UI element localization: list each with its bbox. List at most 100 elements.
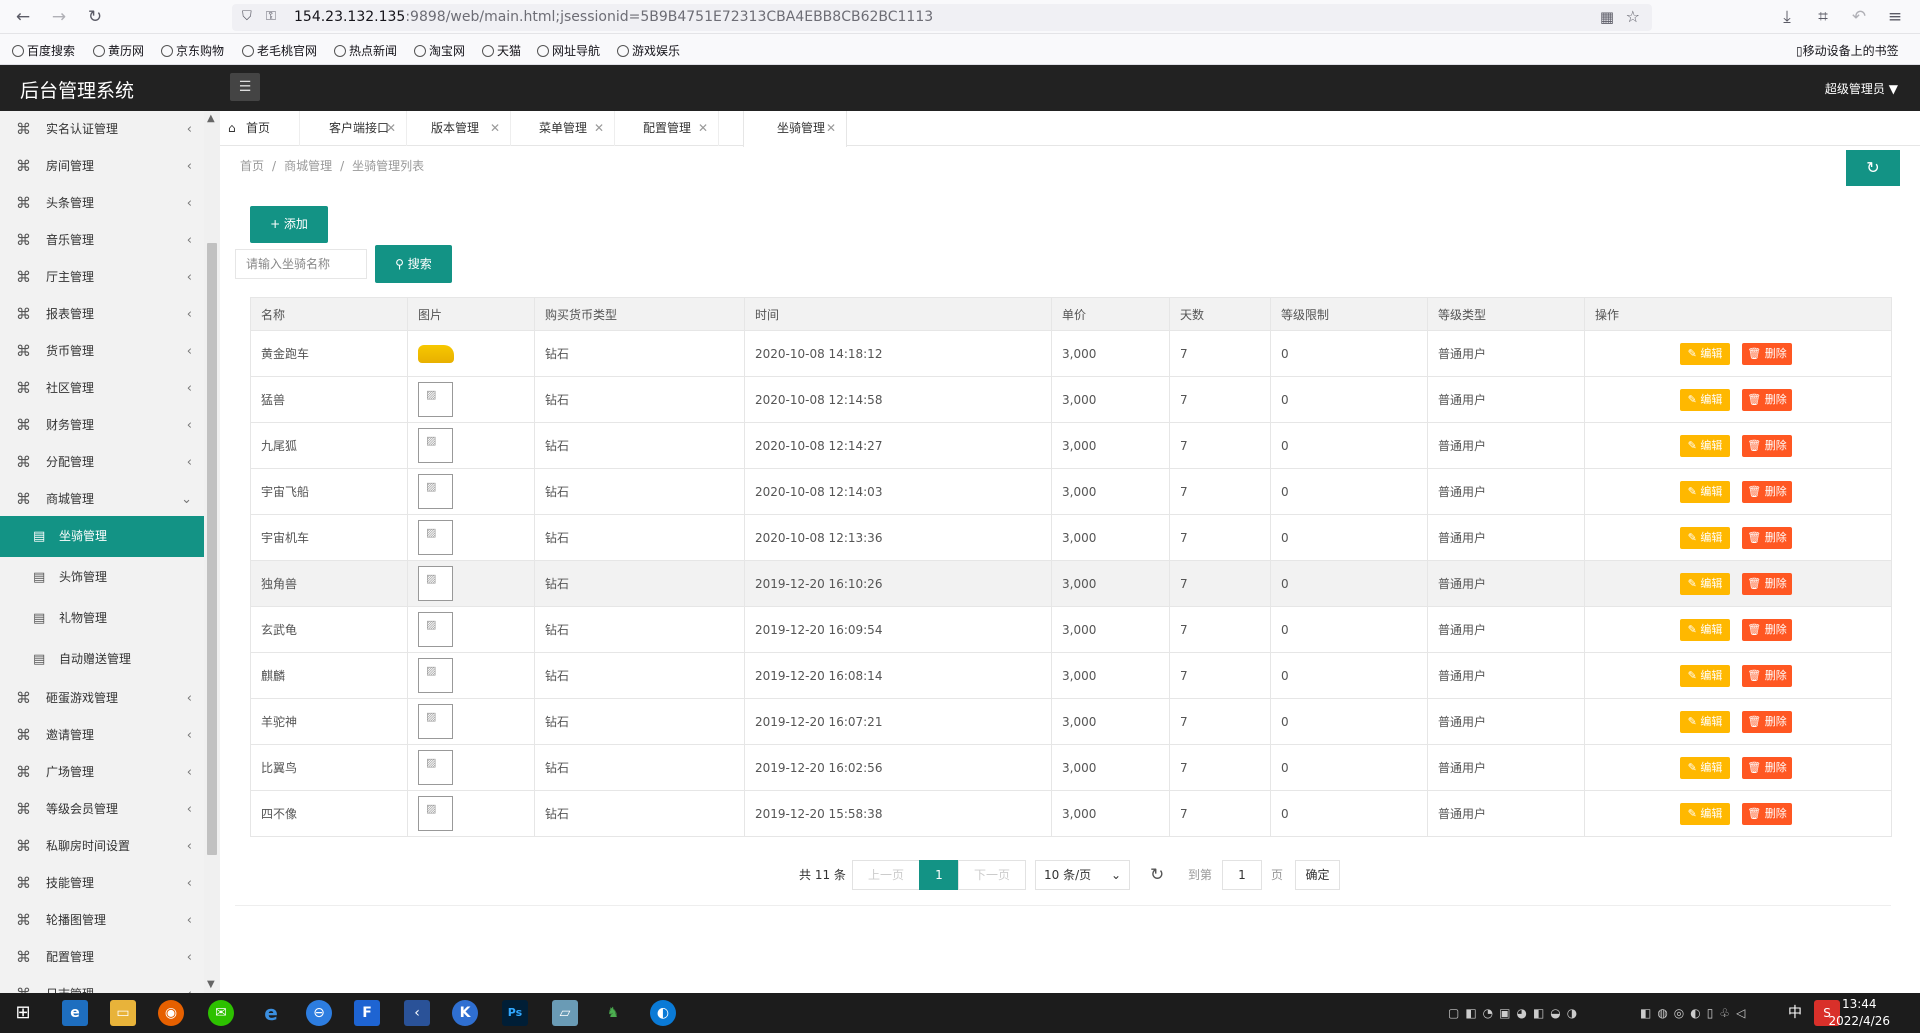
- edge-legacy-icon[interactable]: e: [258, 1000, 284, 1026]
- add-button[interactable]: + 添加: [250, 206, 328, 243]
- bookmark-item[interactable]: 老毛桃官网: [242, 42, 317, 59]
- edit-button[interactable]: ✎ 编辑: [1680, 342, 1730, 365]
- photoshop-icon[interactable]: Ps: [502, 1000, 528, 1026]
- edit-button[interactable]: ✎ 编辑: [1680, 526, 1730, 549]
- edit-button[interactable]: ✎ 编辑: [1680, 710, 1730, 733]
- col-header[interactable]: 等级类型: [1427, 297, 1585, 331]
- sidebar-sub-item[interactable]: ▤ 自动赠送管理: [0, 639, 204, 680]
- url-bar[interactable]: ⛉ ⚿ 154.23.132.135:9898/web/main.html;js…: [232, 4, 1652, 31]
- col-header[interactable]: 天数: [1169, 297, 1271, 331]
- breadcrumb-shop[interactable]: 商城管理: [284, 159, 332, 173]
- ie-icon[interactable]: e: [62, 1000, 88, 1026]
- delete-button[interactable]: 🗑 删除: [1742, 756, 1792, 779]
- undo-icon[interactable]: ↶: [1848, 6, 1870, 28]
- col-header[interactable]: 时间: [744, 297, 1052, 331]
- firefox-icon[interactable]: ◉: [158, 1000, 184, 1026]
- sidebar-item[interactable]: ⌘ 报表管理 ‹: [0, 296, 204, 333]
- tab-menu[interactable]: 菜单管理 ✕: [511, 111, 615, 146]
- delete-button[interactable]: 🗑 删除: [1742, 434, 1792, 457]
- k-app-icon[interactable]: K: [452, 1000, 478, 1026]
- mobile-bookmarks[interactable]: ▯移动设备上的书签: [1796, 42, 1899, 59]
- scroll-up-icon[interactable]: ▲: [207, 113, 215, 124]
- sidebar-sub-mount[interactable]: ▤ 坐骑管理: [0, 516, 204, 557]
- search-button[interactable]: ⚲ 搜索: [375, 245, 452, 283]
- forward-icon[interactable]: →: [48, 6, 70, 28]
- tab-client-api[interactable]: 客户端接口 ✕: [300, 111, 407, 146]
- next-page-button[interactable]: 下一页: [958, 860, 1026, 890]
- vscode-icon[interactable]: ‹: [404, 1000, 430, 1026]
- sidebar-item[interactable]: ⌘ 实名认证管理 ‹: [0, 111, 204, 148]
- delete-button[interactable]: 🗑 删除: [1742, 802, 1792, 825]
- scroll-thumb[interactable]: [207, 243, 217, 855]
- delete-button[interactable]: 🗑 删除: [1742, 710, 1792, 733]
- scroll-down-icon[interactable]: ▼: [207, 979, 215, 990]
- goto-page-input[interactable]: 1: [1222, 860, 1262, 890]
- col-header[interactable]: 名称: [250, 297, 408, 331]
- clock[interactable]: 13:44 2022/4/26: [1828, 996, 1890, 1030]
- ime-indicator[interactable]: 中: [1782, 1000, 1808, 1026]
- delete-button[interactable]: 🗑 删除: [1742, 664, 1792, 687]
- sidebar-item[interactable]: ⌘ 财务管理 ‹: [0, 407, 204, 444]
- refresh-button[interactable]: ↻: [1846, 150, 1900, 186]
- sidebar-item[interactable]: ⌘ 等级会员管理 ‹: [0, 791, 204, 828]
- edit-button[interactable]: ✎ 编辑: [1680, 756, 1730, 779]
- user-menu[interactable]: 超级管理员 ▼: [1825, 80, 1898, 97]
- close-icon[interactable]: ✕: [490, 111, 500, 146]
- reload-icon[interactable]: ↻: [84, 6, 106, 28]
- close-icon[interactable]: ✕: [386, 111, 396, 146]
- col-header[interactable]: 单价: [1051, 297, 1170, 331]
- delete-button[interactable]: 🗑 删除: [1742, 342, 1792, 365]
- tray-icons-left[interactable]: ▢◧◔▣◕◧◒◑: [1448, 1000, 1608, 1026]
- sidebar-item-shop[interactable]: ⌘ 商城管理 ⌄: [0, 481, 204, 518]
- sidebar-item[interactable]: ⌘ 房间管理 ‹: [0, 148, 204, 185]
- col-header[interactable]: 图片: [407, 297, 535, 331]
- bookmark-item[interactable]: 京东购物: [161, 42, 224, 59]
- tab-version[interactable]: 版本管理 ✕: [407, 111, 511, 146]
- sidebar-item[interactable]: ⌘ 音乐管理 ‹: [0, 222, 204, 259]
- breadcrumb-home[interactable]: 首页: [240, 159, 264, 173]
- close-icon[interactable]: ✕: [594, 111, 604, 146]
- sidebar-item[interactable]: ⌘ 社区管理 ‹: [0, 370, 204, 407]
- back-icon[interactable]: ←: [12, 6, 34, 28]
- qr-code-icon[interactable]: ▦: [1600, 8, 1614, 26]
- windows-start-icon[interactable]: ⊞: [10, 1000, 36, 1026]
- edge-icon[interactable]: ◐: [650, 1000, 676, 1026]
- download-icon[interactable]: ⤓: [1776, 6, 1798, 28]
- sidebar-item[interactable]: ⌘ 邀请管理 ‹: [0, 717, 204, 754]
- sidebar-item[interactable]: ⌘ 砸蛋游戏管理 ‹: [0, 680, 204, 717]
- sidebar-item[interactable]: ⌘ 广场管理 ‹: [0, 754, 204, 791]
- star-icon[interactable]: ☆: [1626, 7, 1640, 26]
- crop-icon[interactable]: ⌗: [1812, 6, 1834, 28]
- sidebar-item[interactable]: ⌘ 厅主管理 ‹: [0, 259, 204, 296]
- sidebar-sub-item[interactable]: ▤ 礼物管理: [0, 598, 204, 639]
- delete-button[interactable]: 🗑 删除: [1742, 480, 1792, 503]
- delete-button[interactable]: 🗑 删除: [1742, 388, 1792, 411]
- tray-icons-right[interactable]: ◧◍◎◐▯♧◁: [1640, 1000, 1800, 1026]
- notepad-icon[interactable]: ▱: [552, 1000, 578, 1026]
- confirm-button[interactable]: 确定: [1295, 860, 1340, 890]
- file-explorer-icon[interactable]: ▭: [110, 1000, 136, 1026]
- edit-button[interactable]: ✎ 编辑: [1680, 388, 1730, 411]
- edit-button[interactable]: ✎ 编辑: [1680, 802, 1730, 825]
- search-input[interactable]: [235, 249, 367, 279]
- bookmark-item[interactable]: 天猫: [482, 42, 521, 59]
- col-header[interactable]: 等级限制: [1270, 297, 1428, 331]
- game-icon[interactable]: ♞: [600, 1000, 626, 1026]
- delete-button[interactable]: 🗑 删除: [1742, 572, 1792, 595]
- sidebar-item[interactable]: ⌘ 货币管理 ‹: [0, 333, 204, 370]
- sidebar-item[interactable]: ⌘ 头条管理 ‹: [0, 185, 204, 222]
- sidebar-sub-item[interactable]: ▤ 头饰管理: [0, 557, 204, 598]
- close-icon[interactable]: ✕: [826, 111, 836, 146]
- edit-button[interactable]: ✎ 编辑: [1680, 480, 1730, 503]
- bookmark-item[interactable]: 网址导航: [537, 42, 600, 59]
- bookmark-item[interactable]: 淘宝网: [414, 42, 465, 59]
- tab-mount[interactable]: 坐骑管理 ✕: [743, 111, 847, 147]
- bookmark-item[interactable]: 游戏娱乐: [617, 42, 680, 59]
- page-size-select[interactable]: 10 条/页 ⌄: [1035, 860, 1130, 890]
- bookmark-item[interactable]: 百度搜索: [12, 42, 75, 59]
- bookmark-item[interactable]: 热点新闻: [334, 42, 397, 59]
- edit-button[interactable]: ✎ 编辑: [1680, 664, 1730, 687]
- sidebar-item[interactable]: ⌘日志管理‹: [0, 976, 204, 993]
- delete-button[interactable]: 🗑 删除: [1742, 526, 1792, 549]
- prev-page-button[interactable]: 上一页: [852, 860, 920, 890]
